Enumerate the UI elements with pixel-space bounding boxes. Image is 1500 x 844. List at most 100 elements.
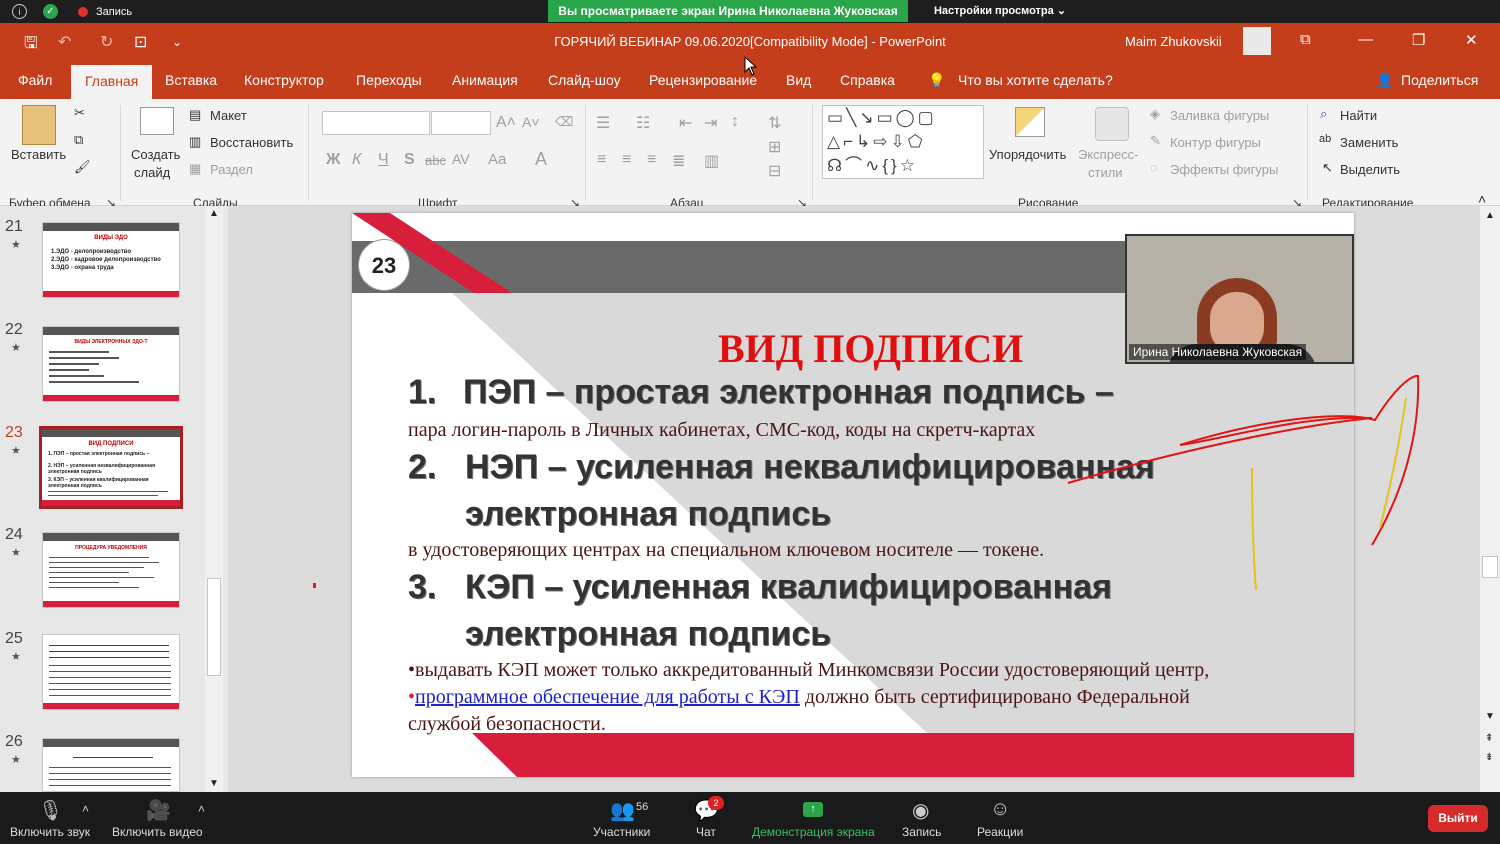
chat-label[interactable]: Чат: [696, 825, 716, 839]
layout-button[interactable]: Макет: [210, 108, 247, 123]
shape-star-icon[interactable]: ☆: [900, 156, 918, 175]
line-spacing-icon[interactable]: ↕: [731, 113, 739, 131]
scroll-down-icon[interactable]: ▼: [1485, 711, 1495, 722]
scroll-thumb[interactable]: [207, 578, 221, 676]
info-icon[interactable]: i: [12, 4, 27, 19]
shrink-font-icon[interactable]: A˅: [522, 114, 540, 130]
font-name-select[interactable]: [322, 111, 430, 135]
grow-font-icon[interactable]: A˄: [496, 114, 516, 132]
shape-line-icon[interactable]: ╲: [846, 108, 859, 127]
participants-label[interactable]: Участники: [593, 825, 650, 839]
align-text-icon[interactable]: ⊞: [768, 137, 781, 157]
replace-button[interactable]: Заменить: [1340, 135, 1398, 150]
increase-indent-icon[interactable]: ⇥: [704, 113, 717, 133]
account-name[interactable]: Maim Zhukovskii: [1125, 34, 1222, 49]
share-button[interactable]: Поделиться: [1401, 72, 1478, 88]
video-off-icon[interactable]: 🎥: [146, 798, 171, 823]
cut-icon[interactable]: ✂: [74, 105, 85, 121]
shape-triangle-icon[interactable]: △: [827, 132, 843, 151]
format-painter-icon[interactable]: 🖌: [74, 159, 91, 175]
columns-icon[interactable]: ▥: [704, 151, 719, 171]
record-label[interactable]: Запись: [96, 6, 132, 18]
paste-button[interactable]: Вставить: [11, 147, 66, 162]
shape-effects-button[interactable]: Эффекты фигуры: [1170, 162, 1278, 177]
shape-brace-right-icon[interactable]: }: [891, 156, 900, 175]
tab-insert[interactable]: Вставка: [165, 72, 217, 88]
shape-rectangle-icon[interactable]: ▭: [877, 108, 896, 127]
mute-label[interactable]: Включить звук: [10, 825, 90, 839]
align-left-icon[interactable]: ≡: [597, 151, 606, 169]
slide-thumbnail-23[interactable]: ВИД ПОДПИСИ 1. ПЭП – простая электронная…: [39, 426, 183, 509]
shape-arc-icon[interactable]: ⌒: [845, 156, 865, 175]
tab-review[interactable]: Рецензирование: [649, 72, 757, 88]
quick-styles-button[interactable]: Экспресс-: [1078, 147, 1139, 162]
participants-icon[interactable]: 👥: [610, 798, 635, 823]
reactions-icon[interactable]: ☺: [990, 798, 1010, 821]
shapes-gallery[interactable]: ▭╲↘▭◯▢ △⌐↳⇨⇩⬠ ☊⌒∿{}☆: [822, 105, 984, 179]
clear-format-icon[interactable]: ⌫: [555, 114, 573, 130]
shape-right-arrow-icon[interactable]: ⇨: [873, 132, 890, 151]
find-button[interactable]: Найти: [1340, 108, 1377, 123]
reset-button[interactable]: Восстановить: [210, 135, 293, 150]
slide-thumbnail-26[interactable]: [42, 738, 180, 792]
bullet-2-link[interactable]: программное обеспечение для работы с КЭП: [415, 686, 800, 708]
thumbnails-scrollbar[interactable]: ▲ ▼: [205, 206, 223, 792]
paste-icon[interactable]: [22, 105, 56, 145]
minimize-icon[interactable]: —: [1358, 31, 1373, 48]
tab-home[interactable]: Главная: [71, 65, 153, 99]
arrange-icon[interactable]: [1015, 107, 1045, 137]
shape-fill-button[interactable]: Заливка фигуры: [1170, 108, 1269, 123]
shape-brace-left-icon[interactable]: {: [882, 156, 891, 175]
tab-animations[interactable]: Анимация: [452, 72, 518, 88]
bold-button[interactable]: Ж: [326, 151, 340, 169]
record-icon[interactable]: ◉: [912, 798, 929, 823]
shield-icon[interactable]: ✓: [43, 4, 58, 19]
collapse-ribbon-icon[interactable]: ˄: [1478, 191, 1486, 207]
tell-me-search[interactable]: Что вы хотите сделать?: [958, 72, 1113, 88]
char-spacing-button[interactable]: AV: [452, 151, 470, 167]
select-button[interactable]: Выделить: [1340, 162, 1400, 177]
shadow-button[interactable]: S: [404, 151, 415, 169]
shape-pentagon-icon[interactable]: ⬠: [908, 132, 926, 151]
tab-transitions[interactable]: Переходы: [356, 72, 422, 88]
ribbon-display-icon[interactable]: ⧉: [1300, 31, 1311, 48]
slide-thumbnail-21[interactable]: ВИДЫ ЭДО 1.ЭДО - делопроизводство 2.ЭДО …: [42, 222, 180, 298]
close-icon[interactable]: ✕: [1465, 31, 1478, 49]
tab-file[interactable]: Файл: [18, 72, 52, 88]
slide-thumbnail-24[interactable]: ПРОЦЕДУРА УВЕДОМЛЕНИЯ: [42, 532, 180, 608]
tab-slideshow[interactable]: Слайд-шоу: [548, 72, 621, 88]
next-slide-icon[interactable]: ⇟: [1485, 752, 1493, 763]
underline-button[interactable]: Ч: [378, 151, 389, 169]
strikethrough-button[interactable]: abc: [425, 153, 446, 168]
chevron-up-icon[interactable]: ˄: [82, 802, 89, 816]
justify-icon[interactable]: ≣: [672, 151, 685, 171]
copy-icon[interactable]: ⧉: [74, 132, 83, 148]
prev-slide-icon[interactable]: ⇞: [1485, 733, 1493, 744]
record-label[interactable]: Запись: [902, 825, 941, 839]
shape-freeform-icon[interactable]: ☊: [827, 156, 845, 175]
shape-oval-icon[interactable]: ◯: [896, 108, 918, 127]
mic-muted-icon[interactable]: 🎙: [38, 798, 63, 823]
share-screen-icon[interactable]: ↑: [803, 802, 823, 817]
tab-help[interactable]: Справка: [840, 72, 895, 88]
slide-thumbnail-25[interactable]: [42, 634, 180, 710]
tab-design[interactable]: Конструктор: [244, 72, 324, 88]
smartart-icon[interactable]: ⊟: [768, 161, 781, 181]
text-direction-icon[interactable]: ⇅: [768, 113, 781, 133]
shape-rounded-rect-icon[interactable]: ▢: [918, 108, 937, 127]
shape-outline-button[interactable]: Контур фигуры: [1170, 135, 1261, 150]
leave-button[interactable]: Выйти: [1428, 805, 1488, 832]
canvas-scrollbar[interactable]: ▲ ▼ ⇞ ⇟: [1480, 206, 1500, 792]
change-case-button[interactable]: Aa: [488, 151, 506, 168]
section-button[interactable]: Раздел: [210, 162, 253, 177]
participant-video[interactable]: Ирина Николаевна Жуковская: [1125, 234, 1354, 364]
new-slide-button[interactable]: Создать: [131, 147, 180, 162]
reactions-label[interactable]: Реакции: [977, 825, 1023, 839]
chevron-up-icon[interactable]: ˄: [198, 802, 205, 816]
new-slide-button-2[interactable]: слайд: [134, 165, 170, 180]
quick-styles-button-2[interactable]: стили: [1088, 165, 1123, 180]
shape-down-arrow-icon[interactable]: ⇩: [891, 132, 908, 151]
shape-connector-icon[interactable]: ⌐: [843, 132, 856, 151]
quick-styles-icon[interactable]: [1095, 107, 1129, 141]
font-size-select[interactable]: [431, 111, 491, 135]
